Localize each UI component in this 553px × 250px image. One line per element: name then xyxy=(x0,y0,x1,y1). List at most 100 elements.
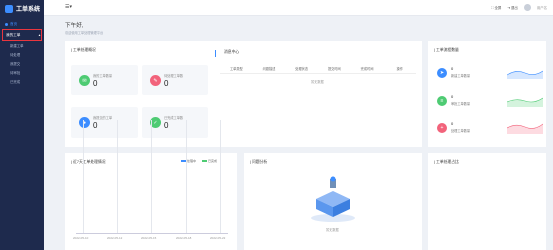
stat-value: 0 xyxy=(93,121,98,130)
messages-empty: 暂无数据 xyxy=(311,80,324,84)
flow-title-text: 工单流程数量 xyxy=(436,48,459,52)
trend-title-text: 近7天工单处理情况 xyxy=(73,160,106,164)
rank-title: | 工单处理占比 xyxy=(434,160,459,164)
logout-button[interactable]: ⇥ 退出 xyxy=(507,5,518,10)
nav-group-my-tickets[interactable]: 我的工单 ▲ xyxy=(2,29,42,41)
stat-my-tickets[interactable]: ✉ 我的工单数量 0 xyxy=(71,65,138,95)
overview-title-text: 工单处理概况 xyxy=(73,48,96,52)
divider xyxy=(215,50,216,57)
fullscreen-label: 全屏 xyxy=(494,6,502,10)
logout-label: 退出 xyxy=(511,6,518,10)
home-icon xyxy=(5,22,8,26)
grid-line xyxy=(220,120,221,233)
flow-value: 0 xyxy=(451,66,454,71)
avatar[interactable] xyxy=(523,4,531,11)
plus-icon: + xyxy=(437,123,447,133)
x-tick-label: 2022-05-15 xyxy=(141,236,157,240)
col-finish: 完成时间 xyxy=(360,66,374,71)
nav-item-label: 已完成 xyxy=(10,80,21,84)
nav-item-label: 待处理 xyxy=(10,53,21,57)
flow-row-new: ➤ 0 新建工单数量 xyxy=(437,65,543,87)
flow-value: 0 xyxy=(451,94,454,99)
stat-label: 我的工单数量 xyxy=(93,74,113,78)
stat-value: 0 xyxy=(164,121,169,130)
flow-label: 审批工单数量 xyxy=(451,102,471,106)
stat-pending[interactable]: ✎ 待处理工单数 0 xyxy=(142,65,208,95)
stack-icon: ≡ xyxy=(437,96,447,106)
x-tick-label: 2022-05-12 xyxy=(107,236,123,240)
trend-title: | 近7天工单处理情况 xyxy=(71,160,106,164)
nav-item-pending[interactable]: 待处理 xyxy=(0,50,44,59)
messages-table-header: 工单类型 问题描述 处理状态 提交时间 完成时间 操作 xyxy=(220,63,416,74)
nav-item-approval[interactable]: 待审批 xyxy=(0,68,44,77)
sparkline-process xyxy=(507,123,543,134)
chevron-up-icon: ▲ xyxy=(38,33,41,37)
stat-value: 0 xyxy=(93,79,98,88)
empty-box-illustration xyxy=(311,176,355,222)
col-action: 操作 xyxy=(396,66,403,71)
grid-line xyxy=(186,120,187,233)
col-status: 处理状态 xyxy=(295,66,309,71)
flow-row-approval: ≡ 0 审批工单数量 xyxy=(437,93,543,115)
flow-title: | 工单流程数量 xyxy=(434,48,459,52)
x-tick-label: 2022-05-18 xyxy=(176,236,192,240)
legend-done-swatch xyxy=(201,160,207,162)
stat-submitted[interactable]: ● 我提交的工单 0 xyxy=(71,107,138,138)
nav-item-submitted[interactable]: 我提交 xyxy=(0,59,44,68)
legend-processing[interactable]: 处理中 xyxy=(180,159,196,163)
nav-group-label: 我的工单 xyxy=(6,32,21,37)
stat-label: 待处理工单数 xyxy=(164,74,184,78)
user-name[interactable]: 用户名 xyxy=(537,5,547,10)
col-desc: 问题描述 xyxy=(262,66,276,71)
problems-title-text: 问题分析 xyxy=(252,160,268,164)
flow-label: 处理工单数量 xyxy=(451,129,471,133)
flow-value: 0 xyxy=(451,121,454,126)
stat-label: 已完成工单数 xyxy=(164,116,184,120)
stat-value: 0 xyxy=(164,79,169,88)
user-icon: ● xyxy=(79,117,90,128)
sparkline-new xyxy=(507,70,543,79)
x-tick-label: 2022-05-22 xyxy=(210,236,226,240)
legend-label: 处理中 xyxy=(186,159,196,163)
app-logo: 工单系统 xyxy=(0,0,44,17)
overview-title: | 工单处理概况 xyxy=(71,48,96,52)
rank-title-text: 工单处理占比 xyxy=(436,160,459,164)
rocket-icon: ➤ xyxy=(437,68,447,78)
problems-title: | 问题分析 xyxy=(250,160,268,164)
grid-line xyxy=(151,120,152,233)
grid-line xyxy=(83,120,84,233)
rank-card: | 工单处理占比 xyxy=(428,153,546,250)
pending-icon: ✎ xyxy=(150,75,161,86)
nav-home[interactable]: 首页 xyxy=(0,19,44,29)
flow-row-process: + 0 处理工单数量 xyxy=(437,120,543,142)
logo-icon xyxy=(5,4,13,13)
nav-home-label: 首页 xyxy=(10,21,18,26)
nav-item-label: 待审批 xyxy=(10,71,21,75)
problems-card: | 问题分析 暂无数据 xyxy=(244,153,422,250)
app-title: 工单系统 xyxy=(16,7,41,13)
ticket-icon: ✉ xyxy=(79,75,90,86)
problems-empty: 暂无数据 xyxy=(326,228,339,232)
topbar: ☰▾ ⛶ 全屏 ⇥ 退出 用户名 xyxy=(44,0,553,16)
flow-label: 新建工单数量 xyxy=(451,74,471,78)
legend-done[interactable]: 已完成 xyxy=(201,159,217,163)
overview-card: | 工单处理概况 ✉ 我的工单数量 0 ✎ 待处理工单数 0 ● 我提交的工单 … xyxy=(65,41,422,147)
menu-icon[interactable]: ☰▾ xyxy=(65,4,72,10)
sidebar: 工单系统 首页 我的工单 ▲ 新建工单 待处理 我提交 待审批 已完成 xyxy=(0,0,44,250)
grid-line xyxy=(117,120,118,233)
col-type: 工单类型 xyxy=(229,66,243,71)
greeting-subtitle: 欢迎使用工单处理管理平台 xyxy=(65,31,104,35)
greeting-title: 下午好, xyxy=(65,23,84,29)
nav-item-done[interactable]: 已完成 xyxy=(0,77,44,86)
nav-item-label: 我提交 xyxy=(10,62,21,66)
messages-title: 消息中心 xyxy=(224,50,240,54)
x-axis xyxy=(76,233,228,234)
legend-label: 已完成 xyxy=(207,159,217,163)
col-submit: 提交时间 xyxy=(327,66,341,71)
stat-label: 我提交的工单 xyxy=(93,116,113,120)
fullscreen-button[interactable]: ⛶ 全屏 xyxy=(491,5,501,10)
nav-item-new-ticket[interactable]: 新建工单 xyxy=(0,41,44,50)
nav-item-label: 新建工单 xyxy=(10,44,24,48)
x-tick-label: 2022-05-10 xyxy=(73,236,89,240)
sparkline-approval xyxy=(507,97,543,107)
